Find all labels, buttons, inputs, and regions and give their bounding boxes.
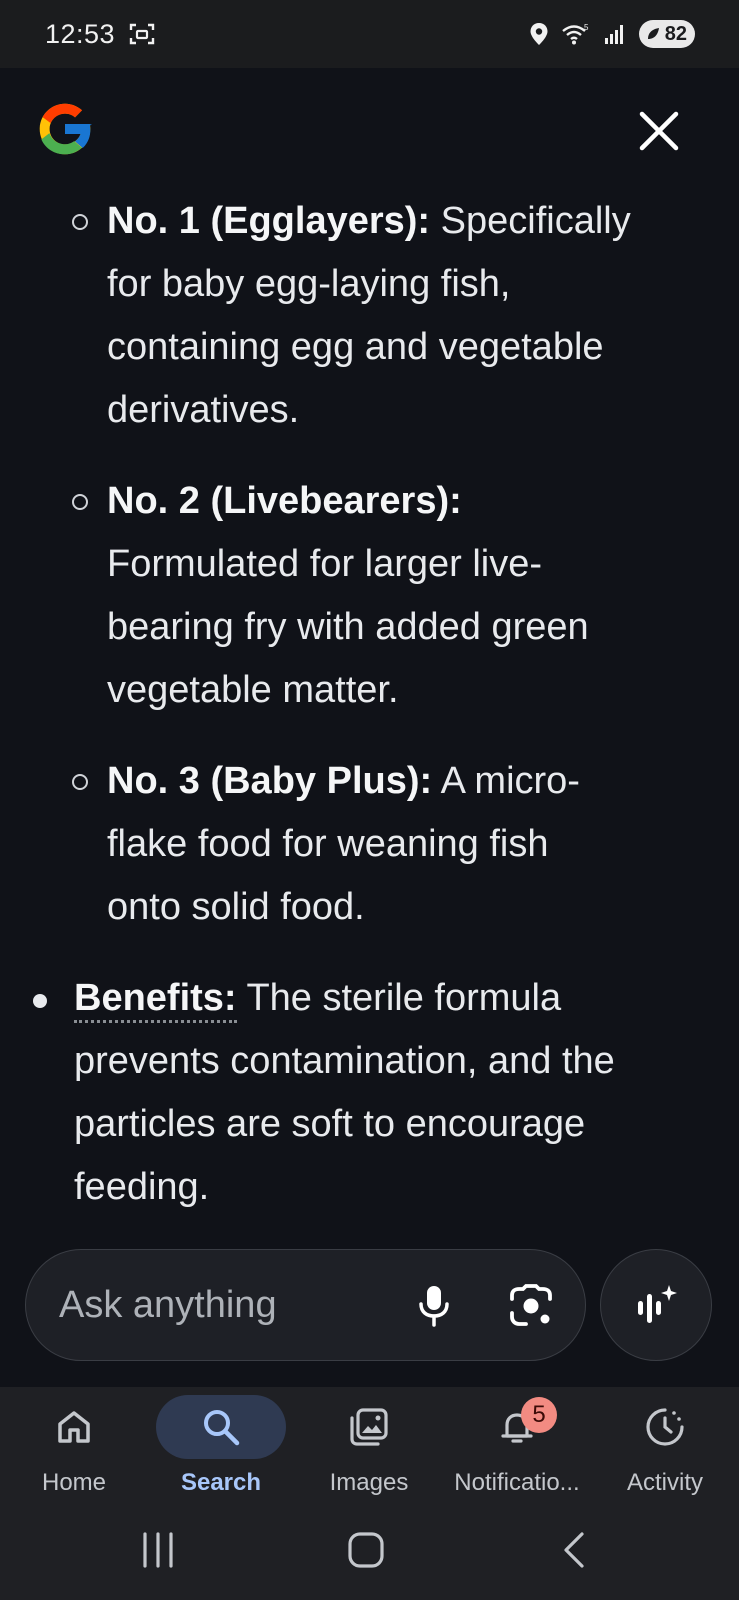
battery-level: 82: [664, 22, 687, 45]
item-text: Benefits: The sterile formula prevents c…: [74, 967, 710, 1219]
location-icon: [530, 23, 548, 45]
item-line: bearing fry with added green: [107, 606, 589, 648]
google-lens-icon[interactable]: [508, 1284, 554, 1328]
list-item: Benefits: The sterile formula prevents c…: [30, 967, 710, 1219]
signal-icon: [604, 25, 623, 44]
recent-apps-icon[interactable]: [140, 1530, 176, 1570]
status-bar: 12:53 5 82: [0, 0, 739, 68]
status-right: 5 82: [529, 20, 695, 48]
item-line: A micro-: [432, 760, 580, 802]
status-left: 12:53: [45, 19, 155, 50]
nav-label-search: Search: [180, 1469, 262, 1496]
system-nav-bar: [0, 1502, 739, 1600]
item-line: vegetable matter.: [107, 669, 399, 711]
nav-item-images[interactable]: Images: [295, 1387, 443, 1502]
item-line: flake food for weaning fish: [107, 823, 549, 865]
nav-label-notifications: Notificatio...: [454, 1469, 580, 1496]
nav-item-notifications[interactable]: 5 Notificatio...: [443, 1387, 591, 1502]
nav-item-search[interactable]: Search: [147, 1387, 295, 1502]
item-heading: No. 2 (Livebearers):: [107, 480, 462, 522]
ai-mode-button[interactable]: [600, 1249, 712, 1361]
sub-bullet-icon: [72, 494, 88, 510]
notification-badge: 5: [521, 1397, 557, 1433]
item-line: Formulated for larger live-: [107, 543, 543, 585]
home-button-icon[interactable]: [346, 1530, 386, 1570]
item-heading: No. 1 (Egglayers):: [107, 200, 431, 242]
search-icon: [204, 1410, 240, 1446]
sub-item-text: No. 2 (Livebearers): Formulated for larg…: [107, 470, 712, 722]
item-heading: No. 3 (Baby Plus):: [107, 760, 433, 802]
item-line: particles are soft to encourage: [74, 1103, 586, 1145]
bottom-nav: Home Search Images 5 Notificatio... Acti…: [0, 1387, 739, 1502]
activity-icon: [646, 1408, 684, 1446]
nav-icon-container: [9, 1395, 139, 1459]
header: [0, 68, 739, 198]
wifi-icon: 5: [561, 23, 589, 45]
item-line: for baby egg-laying fish,: [107, 263, 511, 305]
bullet-icon: [33, 994, 47, 1008]
nav-item-home[interactable]: Home: [0, 1387, 148, 1502]
item-line: Specifically: [430, 200, 631, 242]
sub-list-item: No. 2 (Livebearers): Formulated for larg…: [72, 470, 712, 722]
screenshot-icon: [129, 23, 155, 45]
nav-icon-container: [600, 1395, 730, 1459]
sub-list-item: No. 1 (Egglayers): Specifically for baby…: [72, 190, 712, 442]
back-icon[interactable]: [560, 1530, 588, 1570]
benefits-term-link[interactable]: Benefits:: [74, 977, 237, 1023]
item-line: derivatives.: [107, 389, 300, 431]
item-line: prevents contamination, and the: [74, 1040, 615, 1082]
nav-item-activity[interactable]: Activity: [591, 1387, 739, 1502]
screen: 12:53 5 82 No. 1 (Egglayers): Specifical…: [0, 0, 739, 1600]
nav-icon-container: [452, 1395, 582, 1459]
battery-saver-icon: [647, 28, 659, 39]
sub-item-text: No. 3 (Baby Plus): A micro- flake food f…: [107, 750, 712, 939]
battery-indicator: 82: [638, 20, 695, 48]
item-line: The sterile formula: [236, 977, 562, 1019]
images-icon: [350, 1408, 388, 1446]
microphone-icon[interactable]: [414, 1284, 454, 1328]
item-line: onto solid food.: [107, 886, 365, 928]
ai-answer-content: No. 1 (Egglayers): Specifically for baby…: [0, 190, 739, 1230]
nav-label-images: Images: [329, 1469, 409, 1496]
ask-input[interactable]: [59, 1283, 389, 1327]
ai-voice-sparkle-icon: [638, 1285, 677, 1323]
nav-label-activity: Activity: [626, 1469, 703, 1496]
sub-list-item: No. 3 (Baby Plus): A micro- flake food f…: [72, 750, 712, 939]
home-icon: [58, 1411, 90, 1443]
nav-label-home: Home: [41, 1469, 107, 1496]
sub-bullet-icon: [72, 774, 88, 790]
sub-bullet-icon: [72, 214, 88, 230]
status-time: 12:53: [45, 18, 116, 49]
nav-icon-container: [156, 1395, 286, 1459]
ask-bar: [25, 1249, 586, 1361]
close-icon[interactable]: [636, 108, 682, 154]
svg-text:5: 5: [584, 23, 589, 32]
item-line: feeding.: [74, 1166, 210, 1208]
sub-item-text: No. 1 (Egglayers): Specifically for baby…: [107, 190, 712, 442]
item-line: containing egg and vegetable: [107, 326, 604, 368]
nav-icon-container: [304, 1395, 434, 1459]
google-logo: [39, 103, 92, 155]
